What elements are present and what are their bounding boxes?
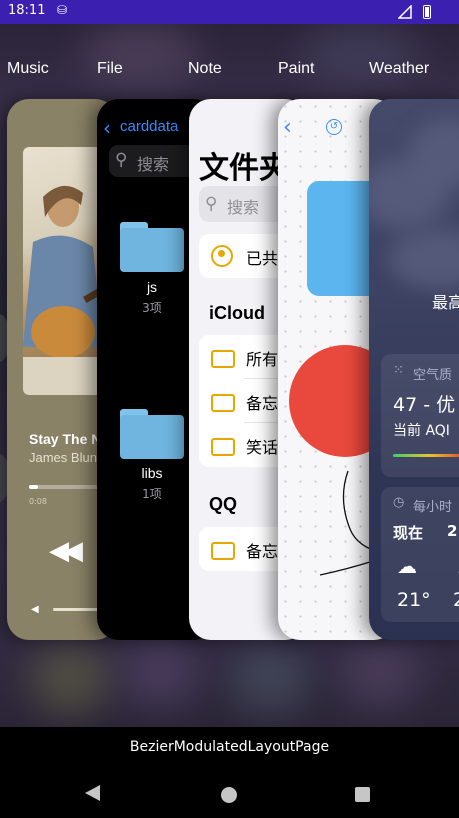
volume-icon: ◀ xyxy=(31,604,39,615)
cloud-shape xyxy=(389,229,459,289)
tab-music[interactable]: Music xyxy=(7,60,49,78)
folder-name: js xyxy=(146,279,158,295)
weather-headline: 最高 xyxy=(432,293,459,312)
folder-icon xyxy=(211,542,235,560)
folder-icon[interactable] xyxy=(120,409,184,459)
temp-next: 2 xyxy=(453,589,459,611)
blurred-icon xyxy=(230,644,310,714)
search-placeholder: 搜索 xyxy=(227,198,260,217)
tab-note[interactable]: Note xyxy=(188,60,222,78)
blurred-icon xyxy=(120,639,200,709)
hourly-title: 每小时 xyxy=(413,500,453,515)
signal-icon xyxy=(398,5,412,19)
folder-icon xyxy=(211,350,235,368)
section-title: iCloud xyxy=(209,303,265,323)
back-icon[interactable] xyxy=(85,785,100,801)
hour-next: 2 xyxy=(447,522,458,540)
card-stage: Music File Note Paint Weather Stay The N… xyxy=(0,24,459,727)
system-nav-bar xyxy=(0,768,459,818)
tab-weather[interactable]: Weather xyxy=(369,60,429,78)
page-label: BezierModulatedLayoutPage xyxy=(0,727,459,768)
rewind-icon[interactable]: ◀◀ xyxy=(49,536,83,566)
elapsed-time: 0:08 xyxy=(29,497,47,506)
aqi-panel[interactable]: ⁙ 空气质 47 - 优 当前 AQI xyxy=(381,354,459,477)
aqi-value: 47 - 优 xyxy=(393,394,456,416)
list-item-label: 备忘 xyxy=(246,394,279,413)
folder-icon xyxy=(211,394,235,412)
hourly-panel[interactable]: ◷ 每小时 现在 2 ☁ ☁ 21° 2 xyxy=(381,487,459,622)
progress-fill xyxy=(29,485,38,489)
aqi-icon: ⁙ xyxy=(393,363,404,378)
folder-count: 1项 xyxy=(142,487,162,501)
list-item-label: 笑话 xyxy=(246,438,279,457)
hour-now: 现在 xyxy=(393,524,424,542)
blurred-icon xyxy=(340,639,420,709)
temp-now: 21° xyxy=(397,589,431,611)
page-title: 文件夹 xyxy=(199,151,289,186)
chevron-left-icon[interactable]: ‹ xyxy=(103,116,111,140)
aqi-caption: 当前 AQI xyxy=(393,423,450,439)
aqi-title: 空气质 xyxy=(413,368,453,383)
tab-bar: Music File Note Paint Weather xyxy=(0,60,459,82)
partly-cloudy-icon: ☁ xyxy=(397,554,417,578)
search-icon: ⚲ xyxy=(115,150,128,170)
search-icon: ⚲ xyxy=(205,194,218,214)
aqi-scale xyxy=(393,454,459,457)
clock-icon: ◷ xyxy=(393,495,405,510)
home-icon[interactable] xyxy=(221,787,237,803)
status-time: 18:11 xyxy=(8,3,46,18)
person-icon xyxy=(211,245,233,267)
list-item-label: 备忘 xyxy=(246,542,279,561)
folder-icon[interactable] xyxy=(120,222,184,272)
tab-paint[interactable]: Paint xyxy=(278,60,314,78)
battery-icon xyxy=(423,5,431,19)
blurred-icon xyxy=(30,644,110,714)
back-label[interactable]: carddata xyxy=(120,118,178,135)
folder-count: 3项 xyxy=(142,301,162,315)
folder-name: libs xyxy=(141,465,163,481)
recents-icon[interactable] xyxy=(355,787,370,802)
tab-file[interactable]: File xyxy=(97,60,123,78)
section-title: QQ xyxy=(209,494,238,514)
list-item-label: 所有 xyxy=(246,350,279,369)
weather-card[interactable]: 最高 ⁙ 空气质 47 - 优 当前 AQI ◷ 每小时 现在 2 ☁ ☁ 21… xyxy=(369,99,459,640)
sim-card-icon: ⛁ xyxy=(57,3,68,17)
artist-name: James Blunt xyxy=(29,450,101,465)
search-placeholder: 搜索 xyxy=(137,155,170,174)
folder-icon xyxy=(211,438,235,456)
status-bar: 18:11 ⛁ xyxy=(0,0,459,24)
